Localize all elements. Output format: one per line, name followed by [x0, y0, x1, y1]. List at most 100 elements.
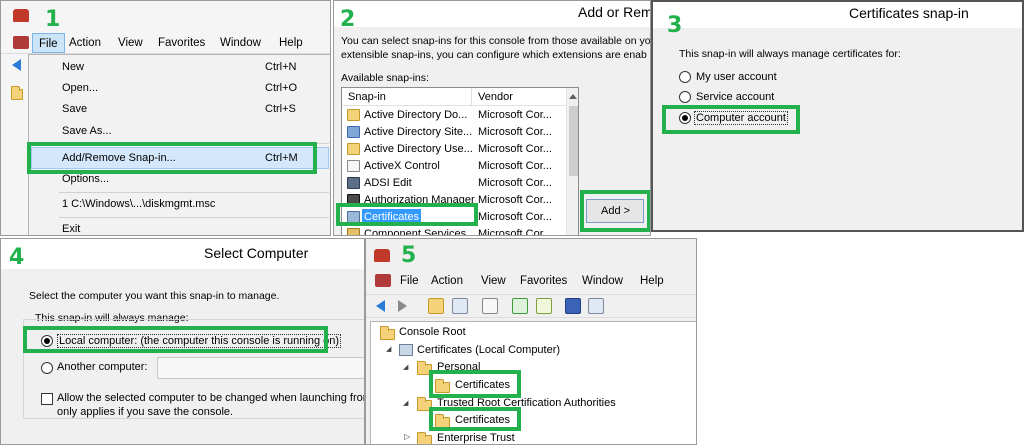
- menu-view[interactable]: View: [112, 33, 149, 53]
- snapin-vendor: Microsoft Cor...: [478, 211, 552, 223]
- menu-file[interactable]: File: [394, 271, 425, 291]
- menu-item-new[interactable]: New Ctrl+N: [29, 58, 330, 78]
- snapin-name: ADSI Edit: [364, 177, 412, 189]
- folder-icon: [380, 326, 395, 340]
- step-number-3: 3: [667, 13, 683, 38]
- menu-window[interactable]: Window: [214, 33, 267, 53]
- list-item[interactable]: ActiveX Control Microsoft Cor...: [342, 158, 566, 174]
- properties-icon[interactable]: [482, 298, 498, 314]
- list-item[interactable]: Component Services Microsoft Cor...: [342, 226, 566, 236]
- panel-file-menu: 1 File Action View Favorites Window Help…: [0, 0, 331, 236]
- menu-favorites[interactable]: Favorites: [514, 271, 573, 291]
- expand-arrow-icon[interactable]: ◢: [403, 399, 408, 407]
- back-arrow-icon[interactable]: [12, 59, 21, 71]
- step-number-5: 5: [401, 243, 417, 268]
- allow-change-checkbox[interactable]: [41, 393, 53, 405]
- snapin-name: Component Services: [364, 228, 467, 236]
- menu-item-save[interactable]: Save Ctrl+S: [29, 100, 330, 120]
- scrollbar-thumb[interactable]: [569, 106, 578, 176]
- snapin-name: Active Directory Do...: [364, 109, 468, 121]
- snapin-vendor: Microsoft Cor...: [478, 228, 552, 236]
- page-icon: [347, 160, 360, 172]
- title-bar: Select Computer: [1, 239, 364, 269]
- radio-my-user-account[interactable]: [679, 71, 691, 83]
- refresh-icon[interactable]: [512, 298, 528, 314]
- menu-item-save-as[interactable]: Save As...: [29, 122, 330, 142]
- show-action-pane-icon[interactable]: [588, 298, 604, 314]
- toolbar: [366, 294, 696, 318]
- menu-item-exit[interactable]: Exit: [29, 221, 330, 235]
- description-line-2: extensible snap-ins, you can configure w…: [341, 49, 647, 61]
- highlight-certificates: [336, 203, 478, 226]
- component-icon: [347, 228, 360, 235]
- tree-node-certificates-local[interactable]: Certificates (Local Computer): [417, 344, 560, 356]
- help-icon[interactable]: [565, 298, 581, 314]
- back-arrow-icon[interactable]: [376, 300, 385, 312]
- menu-item-recent-file[interactable]: 1 C:\Windows\...\diskmgmt.msc: [29, 196, 330, 214]
- console-tree: Console Root ◢ Certificates (Local Compu…: [370, 321, 696, 444]
- window-title: Select Computer: [204, 245, 309, 261]
- menu-item-shortcut: Ctrl+N: [265, 61, 297, 73]
- highlight-computer-account: [662, 105, 800, 134]
- menu-item-label: Save As...: [62, 125, 112, 137]
- scroll-up-icon[interactable]: [569, 94, 577, 99]
- list-item[interactable]: Active Directory Do... Microsoft Cor...: [342, 107, 566, 123]
- another-computer-input[interactable]: [157, 357, 364, 379]
- radio-another-computer[interactable]: [41, 362, 53, 374]
- option-label: My user account: [696, 71, 777, 83]
- list-header: Snap-in Vendor: [342, 88, 566, 106]
- menu-file[interactable]: File: [32, 33, 65, 53]
- step-number-2: 2: [340, 7, 356, 32]
- menu-help[interactable]: Help: [634, 271, 670, 291]
- folder-icon: [347, 109, 360, 121]
- option-label: Service account: [696, 91, 775, 103]
- expand-arrow-icon[interactable]: ◢: [403, 363, 408, 371]
- panel-add-remove-snapins: Add or Rem 2 You can select snap-ins for…: [333, 0, 651, 236]
- menu-view[interactable]: View: [475, 271, 512, 291]
- another-computer-label: Another computer:: [57, 361, 148, 373]
- menu-action[interactable]: Action: [425, 271, 469, 291]
- menu-favorites[interactable]: Favorites: [152, 33, 211, 53]
- tree-folder-icon: [11, 86, 23, 100]
- allow-change-label-line1: Allow the selected computer to be change…: [57, 392, 365, 404]
- export-list-icon[interactable]: [536, 298, 552, 314]
- forward-arrow-icon[interactable]: [398, 300, 407, 312]
- description-line-1: You can select snap-ins for this console…: [341, 35, 651, 47]
- mmc-app-icon: [13, 9, 29, 22]
- window-title: Certificates snap-in: [849, 5, 969, 21]
- list-scrollbar[interactable]: [566, 88, 578, 235]
- menu-action[interactable]: Action: [63, 33, 107, 53]
- menu-help[interactable]: Help: [273, 33, 309, 53]
- collapse-arrow-icon[interactable]: ▷: [404, 432, 410, 441]
- menu-item-open[interactable]: Open... Ctrl+O: [29, 79, 330, 99]
- tree-node-enterprise-trust[interactable]: Enterprise Trust: [437, 432, 515, 444]
- menubar: File Action View Favorites Window Help: [1, 32, 330, 54]
- expand-arrow-icon[interactable]: ◢: [386, 345, 391, 353]
- title-bar: Certificates snap-in: [653, 2, 1022, 28]
- menu-item-shortcut: Ctrl+S: [265, 103, 296, 115]
- list-item[interactable]: ADSI Edit Microsoft Cor...: [342, 175, 566, 191]
- menu-item-label: Open...: [62, 82, 99, 94]
- folder-icon: [347, 143, 360, 155]
- show-tree-icon[interactable]: [452, 298, 468, 314]
- menu-item-label: Exit: [62, 223, 81, 235]
- menu-item-shortcut: Ctrl+O: [265, 82, 298, 94]
- allow-change-label-line2: only applies if you save the console.: [57, 406, 234, 418]
- column-header-snapin[interactable]: Snap-in: [348, 91, 386, 103]
- radio-service-account[interactable]: [679, 91, 691, 103]
- step-number-4: 4: [9, 245, 25, 270]
- menu-item-label: 1 C:\Windows\...\diskmgmt.msc: [62, 198, 216, 210]
- menu-window[interactable]: Window: [576, 271, 629, 291]
- up-folder-icon[interactable]: [428, 298, 444, 314]
- highlight-add-remove: [27, 142, 317, 174]
- snapin-vendor: Microsoft Cor...: [478, 194, 552, 206]
- tree-node-console-root[interactable]: Console Root: [399, 326, 466, 338]
- folder-icon: [417, 432, 432, 444]
- snapin-prompt: This snap-in will always manage certific…: [679, 48, 901, 60]
- select-prompt: Select the computer you want this snap-i…: [29, 290, 280, 302]
- column-header-vendor[interactable]: Vendor: [478, 91, 513, 103]
- panel-console-tree: 5 File Action View Favorites Window Help…: [365, 238, 697, 445]
- list-item[interactable]: Active Directory Use... Microsoft Cor...: [342, 141, 566, 157]
- highlight-trusted-root-certificates: [429, 407, 521, 431]
- list-item[interactable]: Active Directory Site... Microsoft Cor..…: [342, 124, 566, 140]
